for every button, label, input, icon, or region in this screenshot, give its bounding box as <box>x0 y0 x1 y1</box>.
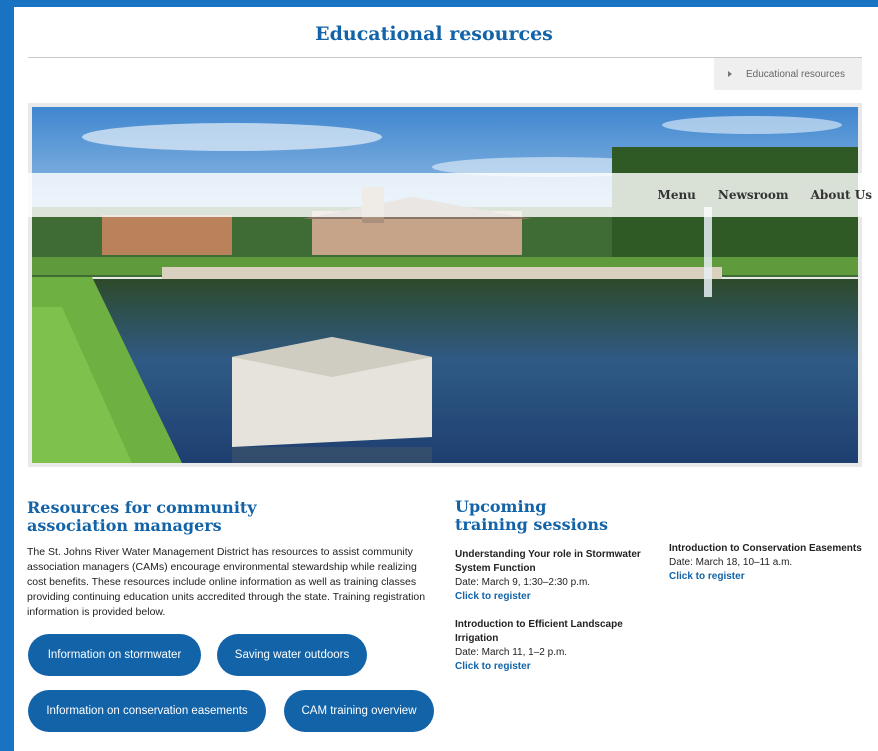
resources-intro: The St. Johns River Water Management Dis… <box>27 546 426 618</box>
event-date: Date: March 18, 10–11 a.m. <box>669 557 793 568</box>
resources-section: Resources for community association mana… <box>27 499 437 620</box>
cam-training-button[interactable]: CAM training overview <box>284 690 434 732</box>
breadcrumb-current: Educational resources <box>746 68 845 80</box>
event-title: Understanding Your role in Stormwater Sy… <box>455 549 641 574</box>
training-event: Understanding Your role in Stormwater Sy… <box>455 548 655 604</box>
main-nav: Menu Newsroom About Us <box>28 173 878 217</box>
event-title: Introduction to Efficient Landscape Irri… <box>455 619 623 644</box>
event-title: Introduction to Conservation Easements <box>669 543 862 554</box>
conservation-easements-button[interactable]: Information on conservation easements <box>28 690 266 732</box>
training-event-column: Introduction to Conservation Easements D… <box>669 542 878 584</box>
page: Educational resources Educational resour… <box>14 7 878 751</box>
training-event: Introduction to Conservation Easements D… <box>669 542 878 584</box>
stormwater-info-button[interactable]: Information on stormwater <box>28 634 201 676</box>
register-link[interactable]: Click to register <box>455 660 655 674</box>
nav-menu[interactable]: Menu <box>658 188 696 202</box>
event-date: Date: March 11, 1–2 p.m. <box>455 647 568 658</box>
caret-right-icon <box>728 71 732 77</box>
breadcrumb[interactable]: Educational resources <box>714 58 862 90</box>
hero-image-frame <box>28 103 862 467</box>
nav-about-us[interactable]: About Us <box>811 188 872 202</box>
register-link[interactable]: Click to register <box>669 570 878 584</box>
resources-heading: Resources for community association mana… <box>27 498 257 535</box>
training-section: Upcoming training sessions Understanding… <box>455 498 655 674</box>
event-date: Date: March 9, 1:30–2:30 p.m. <box>455 577 591 588</box>
hero-image <box>32 107 858 463</box>
register-link[interactable]: Click to register <box>455 590 655 604</box>
training-heading: Upcoming training sessions <box>455 497 608 534</box>
page-title: Educational resources <box>315 23 553 45</box>
training-event: Introduction to Efficient Landscape Irri… <box>455 618 655 674</box>
nav-newsroom[interactable]: Newsroom <box>718 188 789 202</box>
saving-water-button[interactable]: Saving water outdoors <box>217 634 367 676</box>
